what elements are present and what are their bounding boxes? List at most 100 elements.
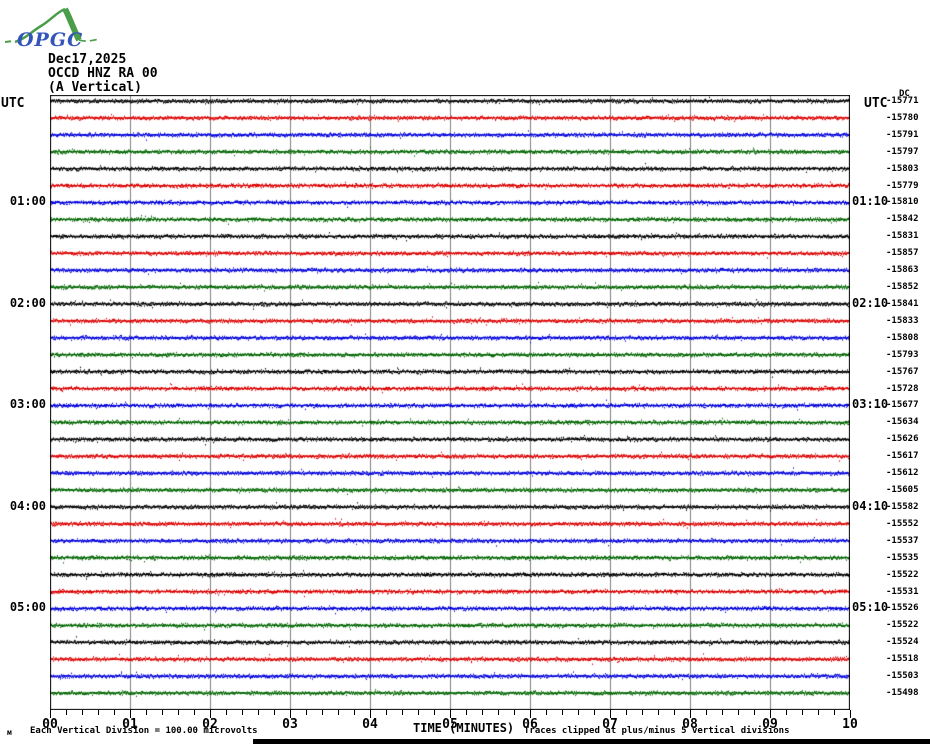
dc-value: -15617 (886, 451, 919, 462)
utc-header-right: UTC (864, 96, 888, 111)
x-minor-tick (98, 710, 99, 715)
x-minor-tick (354, 710, 355, 715)
x-minor-tick (418, 710, 419, 715)
hour-label: 01:00 (9, 194, 46, 209)
hour-label: 05:00 (9, 600, 46, 615)
seismogram-canvas (50, 95, 850, 710)
dc-value: -15552 (886, 518, 919, 529)
dc-value: -15810 (886, 197, 919, 208)
dc-value: -15857 (886, 248, 919, 259)
logo-text: OPGC (17, 29, 83, 51)
x-minor-tick (338, 710, 339, 715)
x-minor-tick (802, 710, 803, 715)
dc-value: -15728 (886, 383, 919, 394)
x-minor-tick (66, 710, 67, 715)
helicorder-page: { "header": { "logo_text": "OPGC", "date… (0, 0, 930, 744)
x-minor-tick (818, 710, 819, 715)
x-minor-tick (386, 710, 387, 715)
title-block: Dec17,2025 OCCD HNZ RA 00 (A Vertical) (48, 53, 158, 95)
dc-value: -15863 (886, 265, 919, 276)
x-minor-tick (434, 710, 435, 715)
x-minor-tick (242, 710, 243, 715)
dc-value: -15841 (886, 298, 919, 309)
scale-note: Each Vertical Division = 100.00 microvol… (30, 726, 258, 736)
x-minor-tick (466, 710, 467, 715)
x-minor-tick (642, 710, 643, 715)
dc-value: -15677 (886, 400, 919, 411)
x-minor-tick (498, 710, 499, 715)
hour-label: 04:00 (9, 498, 46, 513)
x-minor-tick (578, 710, 579, 715)
x-minor-tick (658, 710, 659, 715)
dc-value: -15831 (886, 231, 919, 242)
x-minor-tick (562, 710, 563, 715)
x-minor-tick (594, 710, 595, 715)
x-minor-tick (514, 710, 515, 715)
x-minor-tick (706, 710, 707, 715)
x-minor-tick (626, 710, 627, 715)
utc-header-left: UTC (1, 96, 25, 111)
dc-value: -15524 (886, 637, 919, 648)
dc-value: -15779 (886, 180, 919, 191)
dc-value: -15842 (886, 214, 919, 225)
dc-value: -15535 (886, 552, 919, 563)
dc-value: -15767 (886, 366, 919, 377)
dc-value: -15634 (886, 417, 919, 428)
dc-value: -15537 (886, 535, 919, 546)
station-label: OCCD HNZ RA 00 (48, 66, 158, 81)
hour-label: 02:00 (9, 295, 46, 310)
x-tick-label: 03 (282, 717, 298, 732)
hour-label: 03:00 (9, 397, 46, 412)
dc-value: -15791 (886, 129, 919, 140)
seismogram-plot (50, 95, 850, 714)
dc-value: -15803 (886, 163, 919, 174)
x-minor-tick (754, 710, 755, 715)
dc-value: -15612 (886, 468, 919, 479)
x-minor-tick (738, 710, 739, 715)
dc-value: -15503 (886, 671, 919, 682)
x-minor-tick (162, 710, 163, 715)
dc-value: -15833 (886, 315, 919, 326)
logo-mountain-icon: OPGC (4, 7, 100, 51)
x-minor-tick (194, 710, 195, 715)
x-minor-tick (114, 710, 115, 715)
corner-glyph: м (7, 728, 12, 737)
dc-value: -15626 (886, 434, 919, 445)
x-minor-tick (674, 710, 675, 715)
dc-value: -15780 (886, 112, 919, 123)
x-minor-tick (226, 710, 227, 715)
date-label: Dec17,2025 (48, 52, 127, 67)
dc-value: -15526 (886, 603, 919, 614)
dc-value: -15793 (886, 349, 919, 360)
x-minor-tick (402, 710, 403, 715)
dc-value: -15582 (886, 501, 919, 512)
component-label: (A Vertical) (48, 80, 142, 95)
dc-value: -15518 (886, 654, 919, 665)
dc-value: -15771 (886, 96, 919, 106)
x-minor-tick (482, 710, 483, 715)
x-tick-label: 10 (842, 717, 858, 732)
dc-value: -15605 (886, 485, 919, 496)
x-minor-tick (546, 710, 547, 715)
dc-value: -15522 (886, 569, 919, 580)
x-minor-tick (146, 710, 147, 715)
x-axis-title: TIME (MINUTES) (413, 721, 515, 735)
bottom-window-bar (253, 739, 930, 744)
x-minor-tick (274, 710, 275, 715)
dc-value: -15522 (886, 620, 919, 631)
dc-value: -15531 (886, 586, 919, 597)
dc-value: -15498 (886, 687, 919, 698)
dc-value: -15852 (886, 282, 919, 293)
clip-note: Traces clipped at plus/minus 5 vertical … (524, 726, 790, 736)
x-minor-tick (786, 710, 787, 715)
x-minor-tick (258, 710, 259, 715)
x-minor-tick (722, 710, 723, 715)
dc-value: -15797 (886, 146, 919, 157)
dc-value: -15808 (886, 332, 919, 343)
x-minor-tick (178, 710, 179, 715)
x-minor-tick (322, 710, 323, 715)
x-tick-label: 04 (362, 717, 378, 732)
x-minor-tick (82, 710, 83, 715)
x-minor-tick (306, 710, 307, 715)
opgc-logo: OPGC (3, 2, 121, 56)
